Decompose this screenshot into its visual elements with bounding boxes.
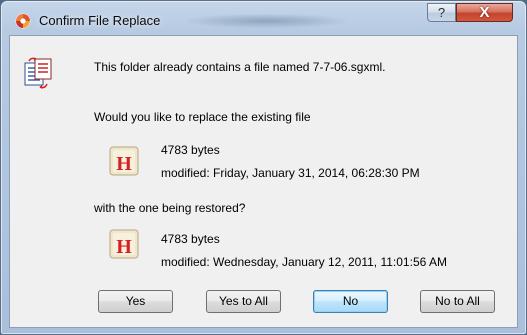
title-bar[interactable]: Confirm File Replace ? X xyxy=(1,1,526,35)
yes-to-all-button[interactable]: Yes to All xyxy=(206,290,281,313)
app-swirl-icon xyxy=(15,13,31,29)
svg-text:H: H xyxy=(116,153,132,175)
svg-text:H: H xyxy=(116,236,132,258)
help-button[interactable]: ? xyxy=(427,3,456,22)
h-file-icon: H xyxy=(109,229,139,259)
window-title: Confirm File Replace xyxy=(39,13,161,28)
h-file-icon: H xyxy=(109,146,139,176)
no-button[interactable]: No xyxy=(313,290,388,313)
restored-file-size: 4783 bytes xyxy=(161,232,220,246)
yes-button[interactable]: Yes xyxy=(98,290,173,313)
dialog-window: Confirm File Replace ? X This folder alr… xyxy=(0,0,527,335)
replace-message: This folder already contains a file name… xyxy=(94,60,386,74)
dialog-body: This folder already contains a file name… xyxy=(9,35,518,328)
title-glass-blur xyxy=(186,14,346,28)
file-replace-icon xyxy=(23,57,55,91)
existing-file-size: 4783 bytes xyxy=(161,143,220,157)
no-to-all-button[interactable]: No to All xyxy=(420,290,495,313)
restored-file-modified: modified: Wednesday, January 12, 2011, 1… xyxy=(161,255,447,269)
existing-file-modified: modified: Friday, January 31, 2014, 06:2… xyxy=(161,166,420,180)
close-button[interactable]: X xyxy=(456,3,513,22)
replace-question: Would you like to replace the existing f… xyxy=(94,110,311,124)
with-restored-text: with the one being restored? xyxy=(94,201,246,215)
